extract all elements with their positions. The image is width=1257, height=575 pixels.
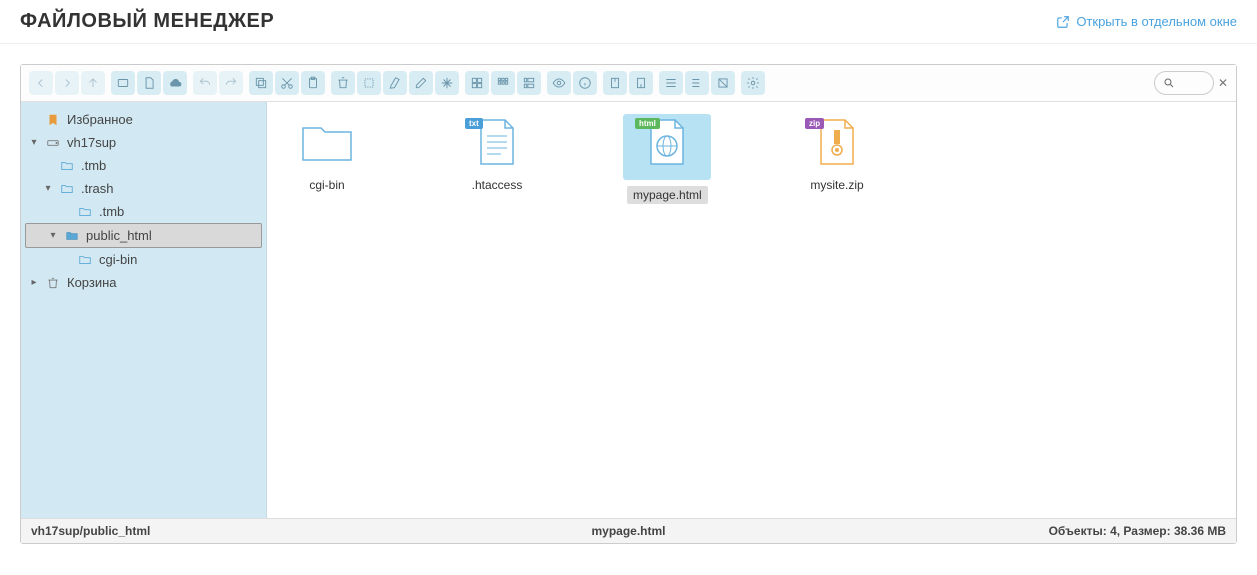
view-small-button[interactable] [491, 71, 515, 95]
collapse-icon[interactable]: ▾ [43, 183, 53, 194]
folder-icon [77, 205, 93, 219]
forward-button[interactable] [55, 71, 79, 95]
page-title: ФАЙЛОВЫЙ МЕНЕДЖЕР [20, 10, 274, 33]
folder-open-icon [64, 229, 80, 243]
tree-tmb[interactable]: .tmb [21, 154, 266, 177]
expand-icon[interactable]: ▸ [29, 277, 39, 288]
tree-favorites[interactable]: Избранное [21, 108, 266, 131]
tree-cgibin[interactable]: cgi-bin [21, 248, 266, 271]
extract-button[interactable] [603, 71, 627, 95]
archive-button[interactable] [629, 71, 653, 95]
file-manager: ✕ Избранное ▾ vh17sup [20, 64, 1237, 544]
upload-button[interactable] [163, 71, 187, 95]
tree-sidebar: Избранное ▾ vh17sup .tmb ▾ [21, 102, 267, 518]
up-button[interactable] [81, 71, 105, 95]
tree-trash[interactable]: ▾ .trash [21, 177, 266, 200]
new-folder-button[interactable] [111, 71, 135, 95]
file-pane[interactable]: cgi-bin txt .htaccess [267, 102, 1236, 518]
status-selected: mypage.html [591, 524, 665, 538]
tree-tmb2[interactable]: .tmb [21, 200, 266, 223]
page-header: ФАЙЛОВЫЙ МЕНЕДЖЕР Открыть в отдельном ок… [0, 0, 1257, 44]
tree-root[interactable]: ▾ vh17sup [21, 131, 266, 154]
view-icons-button[interactable] [465, 71, 489, 95]
bookmark-icon [45, 113, 61, 127]
select-all-button[interactable] [659, 71, 683, 95]
external-link-icon [1056, 15, 1070, 29]
status-path: vh17sup/public_html [31, 524, 150, 538]
copy-button[interactable] [249, 71, 273, 95]
toolbar: ✕ [21, 65, 1236, 102]
file-item-html[interactable]: html mypage.html [627, 118, 707, 204]
tree-recycle[interactable]: ▸ Корзина [21, 271, 266, 294]
status-summary: Объекты: 4, Размер: 38.36 MB [1049, 524, 1226, 538]
settings-button[interactable] [741, 71, 765, 95]
trash-icon [45, 276, 61, 290]
rename-button[interactable] [383, 71, 407, 95]
file-item-zip[interactable]: zip mysite.zip [797, 118, 877, 194]
file-item-folder[interactable]: cgi-bin [287, 118, 367, 194]
collapse-icon[interactable]: ▾ [29, 137, 39, 148]
html-file-icon: html [639, 118, 695, 166]
info-button[interactable] [573, 71, 597, 95]
redo-button[interactable] [219, 71, 243, 95]
view-list-button[interactable] [517, 71, 541, 95]
file-item-txt[interactable]: txt .htaccess [457, 118, 537, 194]
search-clear-button[interactable]: ✕ [1214, 76, 1228, 90]
search-icon [1163, 77, 1175, 89]
open-new-window-link[interactable]: Открыть в отдельном окне [1056, 14, 1237, 29]
status-bar: vh17sup/public_html mypage.html Объекты:… [21, 518, 1236, 543]
folder-icon [77, 253, 93, 267]
search-input[interactable] [1154, 71, 1214, 95]
star-button[interactable] [435, 71, 459, 95]
paste-button[interactable] [301, 71, 325, 95]
drive-icon [45, 136, 61, 150]
delete-button[interactable] [331, 71, 355, 95]
select-none-button[interactable] [685, 71, 709, 95]
cut-button[interactable] [275, 71, 299, 95]
tree-public-html[interactable]: ▾ public_html [25, 223, 262, 248]
edit-button[interactable] [409, 71, 433, 95]
preview-button[interactable] [547, 71, 571, 95]
collapse-icon[interactable]: ▾ [48, 230, 58, 241]
undo-button[interactable] [193, 71, 217, 95]
folder-icon [59, 182, 75, 196]
zip-file-icon: zip [809, 118, 865, 166]
folder-icon [59, 159, 75, 173]
invert-button[interactable] [711, 71, 735, 95]
new-file-button[interactable] [137, 71, 161, 95]
back-button[interactable] [29, 71, 53, 95]
select-button[interactable] [357, 71, 381, 95]
txt-file-icon: txt [469, 118, 525, 166]
folder-icon [299, 118, 355, 166]
